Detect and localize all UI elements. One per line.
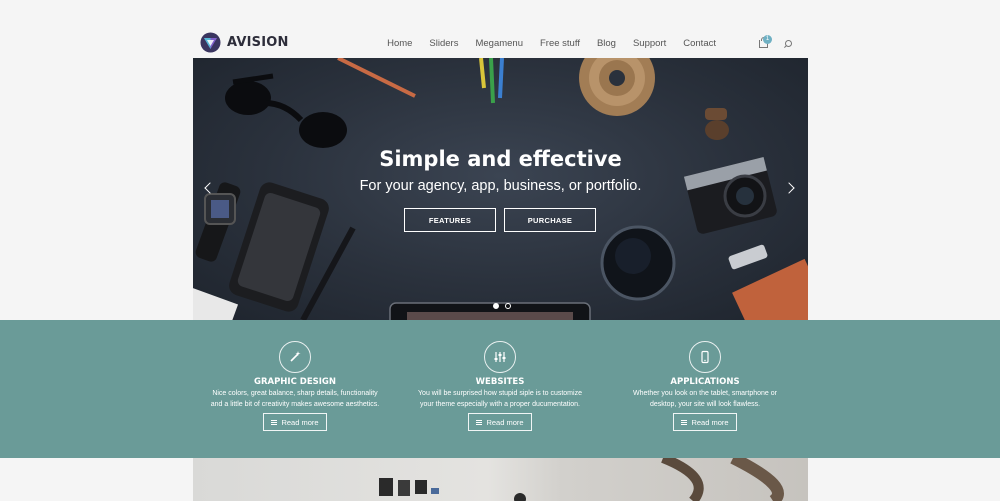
read-more-label: Read more xyxy=(281,417,319,427)
hero-buttons: FEATURES PURCHASE xyxy=(404,208,596,232)
logo[interactable]: AVISION xyxy=(200,32,289,53)
site-header: AVISION Home Sliders Megamenu Free stuff… xyxy=(193,28,808,58)
nav-sliders[interactable]: Sliders xyxy=(429,38,458,49)
read-more-button[interactable]: Read more xyxy=(468,413,532,431)
read-more-button[interactable]: Read more xyxy=(673,413,737,431)
main-nav: Home Sliders Megamenu Free stuff Blog Su… xyxy=(370,38,716,49)
mobile-phone-icon xyxy=(689,341,721,373)
read-more-label: Read more xyxy=(691,417,729,427)
nav-free-stuff[interactable]: Free stuff xyxy=(540,38,580,49)
feature-description: You will be surprised how stupid siple i… xyxy=(400,389,600,410)
sunglasses-illustration xyxy=(225,73,347,148)
text-lines-icon xyxy=(681,419,688,425)
feature-description: Nice colors, great balance, sharp detail… xyxy=(195,389,395,410)
feature-desc-line: and a little bit of creativity makes awe… xyxy=(210,400,380,408)
text-lines-icon xyxy=(476,419,483,425)
slider-dot[interactable] xyxy=(493,303,499,309)
gallery-image xyxy=(379,458,784,501)
logo-icon xyxy=(200,32,221,53)
read-more-label: Read more xyxy=(486,417,524,427)
hero-slider: Simple and effective For your agency, ap… xyxy=(193,58,808,320)
feature-desc-line: You will be surprised how stupid siple i… xyxy=(418,390,582,397)
feature-title: GRAPHIC DESIGN xyxy=(253,377,337,387)
search-icon[interactable] xyxy=(784,40,792,48)
slider-dot[interactable] xyxy=(505,303,511,309)
feature-desc-line: desktop, your site will look flawless. xyxy=(649,400,761,408)
features-button[interactable]: FEATURES xyxy=(404,208,496,232)
cart-count-badge: 1 xyxy=(763,35,772,44)
hero-subtitle: For your agency, app, business, or portf… xyxy=(359,178,642,194)
feature-desc-line: Whether you look on the tablet, smartpho… xyxy=(633,390,777,397)
feature-desc-line: your theme especially with a proper ducu… xyxy=(420,400,580,408)
nav-contact[interactable]: Contact xyxy=(683,38,716,49)
purchase-button[interactable]: PURCHASE xyxy=(504,208,596,232)
features-section: GRAPHIC DESIGN Nice colors, great balanc… xyxy=(0,320,1000,458)
feature-desc-line: Nice colors, great balance, sharp detail… xyxy=(212,390,378,397)
slider-dots xyxy=(493,303,511,309)
nav-home[interactable]: Home xyxy=(387,38,412,49)
text-lines-icon xyxy=(271,419,278,425)
nav-support[interactable]: Support xyxy=(633,38,666,49)
feature-description: Whether you look on the tablet, smartpho… xyxy=(605,389,805,410)
logo-text: AVISION xyxy=(227,35,289,50)
rope-illustration xyxy=(579,58,655,116)
feature-title: WEBSITES xyxy=(475,377,525,387)
feature-title: APPLICATIONS xyxy=(670,377,740,387)
nav-megamenu[interactable]: Megamenu xyxy=(475,38,523,49)
magic-wand-icon xyxy=(279,341,311,373)
hero-title: Simple and effective xyxy=(379,147,622,171)
nav-blog[interactable]: Blog xyxy=(597,38,616,49)
gallery-strip-image xyxy=(193,458,808,501)
sliders-icon xyxy=(484,341,516,373)
read-more-button[interactable]: Read more xyxy=(263,413,327,431)
